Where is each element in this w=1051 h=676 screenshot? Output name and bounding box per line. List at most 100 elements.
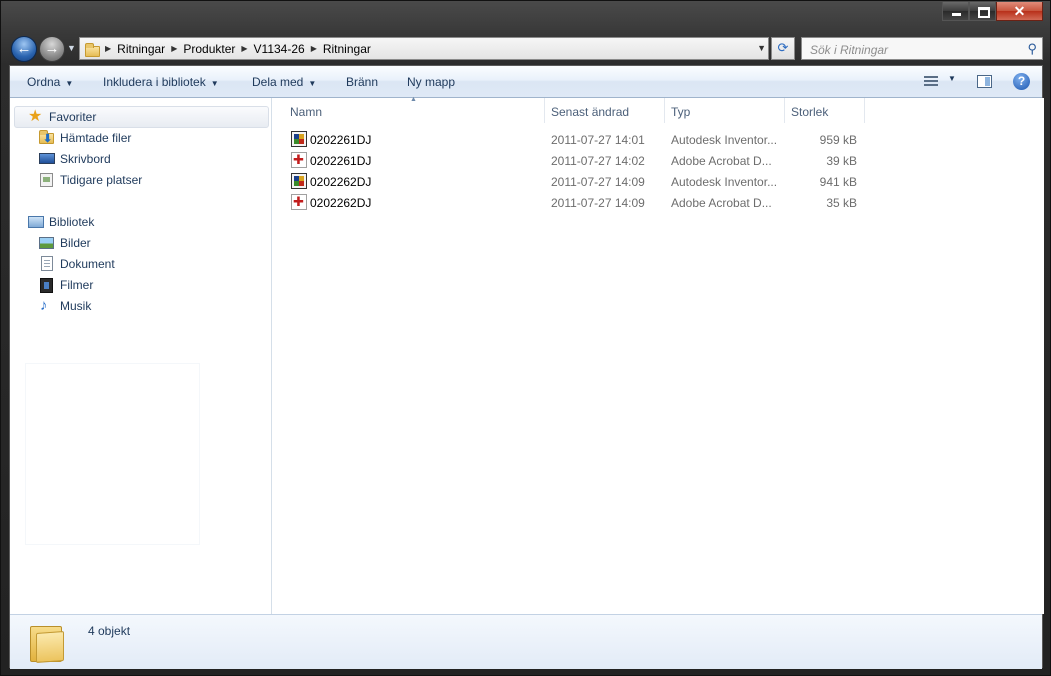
include-in-library-label: Inkludera i bibliotek: [103, 75, 206, 89]
column-header-date-modified[interactable]: Senast ändrad: [545, 98, 665, 123]
forward-button[interactable]: →: [39, 36, 65, 62]
include-in-library-button[interactable]: Inkludera i bibliotek ▼: [103, 75, 219, 89]
search-input[interactable]: [808, 39, 1012, 60]
file-type: Adobe Acrobat D...: [671, 196, 772, 210]
column-header-type[interactable]: Typ: [665, 98, 785, 123]
breadcrumb-item[interactable]: V1134-26: [254, 42, 305, 56]
file-size: 941 kB: [819, 175, 857, 189]
sidebar-item-label: Favoriter: [49, 110, 97, 124]
file-type: Autodesk Inventor...: [671, 133, 778, 147]
folder-icon: [30, 622, 66, 663]
address-bar[interactable]: ▶ Ritningar ▶ Produkter ▶ V1134-26 ▶ Rit…: [79, 37, 769, 60]
forward-arrow-icon: →: [44, 40, 60, 57]
pdf-file-icon: [291, 152, 307, 168]
back-arrow-icon: ←: [16, 40, 32, 57]
breadcrumb-separator-icon[interactable]: ▶: [241, 44, 247, 53]
sidebar-item-label: Bibliotek: [49, 215, 95, 229]
music-icon: ♪: [40, 297, 48, 314]
refresh-button[interactable]: ⟳: [771, 37, 795, 60]
close-button[interactable]: ✕: [996, 2, 1043, 21]
refresh-icon: ⟳: [777, 40, 789, 55]
sidebar-item-downloads[interactable]: ⬇ Hämtade filer: [39, 128, 131, 148]
breadcrumb-item[interactable]: Ritningar: [117, 42, 165, 56]
pictures-icon: [39, 235, 55, 251]
inventor-file-icon: [291, 131, 307, 147]
recent-pages-dropdown[interactable]: ▼: [67, 43, 76, 53]
file-size: 39 kB: [826, 154, 857, 168]
sidebar-item-desktop[interactable]: Skrivbord: [39, 149, 111, 169]
recent-places-icon: [39, 172, 55, 188]
videos-icon: [39, 277, 55, 293]
chevron-down-icon: ▼: [948, 74, 956, 83]
search-icon[interactable]: ⚲: [1027, 41, 1037, 57]
libraries-icon: [28, 214, 44, 230]
inventor-file-icon: [291, 173, 307, 189]
pdf-file-icon: [291, 194, 307, 210]
command-bar: Ordna ▼ Inkludera i bibliotek ▼ Dela med ▼ …: [10, 66, 1042, 98]
sidebar-item-label: Tidigare platser: [60, 173, 143, 187]
explorer-content: Ordna ▼ Inkludera i bibliotek ▼ Dela med ▼ …: [9, 65, 1044, 669]
sidebar-item-label: Skrivbord: [60, 152, 111, 166]
file-name[interactable]: 0202261DJ: [310, 154, 371, 168]
file-date-modified: 2011-07-27 14:01: [551, 133, 645, 147]
details-pane: 4 objekt: [10, 614, 1042, 669]
sidebar-item-label: Dokument: [60, 257, 115, 271]
sidebar-item-label: Hämtade filer: [60, 131, 132, 145]
table-row[interactable]: 0202262DJ 2011-07-27 14:09 Adobe Acrobat…: [272, 192, 872, 213]
new-folder-button[interactable]: Ny mapp: [407, 75, 455, 89]
sidebar-item-music[interactable]: ♪ Musik: [39, 296, 91, 316]
maximize-button[interactable]: [969, 2, 996, 21]
share-with-button[interactable]: Dela med ▼: [252, 75, 316, 89]
navigation-pane: ★ Favoriter ⬇ Hämtade filer Skrivbord Ti…: [10, 98, 272, 614]
star-icon: ★: [28, 108, 43, 125]
file-name[interactable]: 0202262DJ: [310, 196, 371, 210]
sidebar-item-label: Filmer: [60, 278, 94, 292]
sidebar-item-label: Musik: [60, 299, 92, 313]
address-history-dropdown[interactable]: ▼: [757, 43, 766, 53]
file-date-modified: 2011-07-27 14:09: [551, 175, 645, 189]
sidebar-item-pictures[interactable]: Bilder: [39, 233, 91, 253]
file-list: ▲ Namn Senast ändrad Typ Storlek 0202261…: [272, 96, 1044, 614]
close-icon: ✕: [1013, 3, 1026, 19]
sidebar-item-libraries[interactable]: Bibliotek: [28, 212, 94, 232]
folder-icon: [85, 42, 100, 57]
change-view-button[interactable]: ▼: [921, 73, 956, 91]
breadcrumb-item[interactable]: Produkter: [183, 42, 235, 56]
sidebar-item-favorites[interactable]: ★ Favoriter: [28, 107, 96, 127]
table-row[interactable]: 0202262DJ 2011-07-27 14:09 Autodesk Inve…: [272, 171, 872, 192]
sidebar-item-videos[interactable]: Filmer: [39, 275, 93, 295]
minimize-button[interactable]: [942, 2, 969, 21]
explorer-window: ✕ ← → ▼ ▶ Ritningar ▶ Produkter ▶ V1134-…: [0, 0, 1051, 676]
downloads-icon: ⬇: [39, 130, 55, 146]
file-name[interactable]: 0202262DJ: [310, 175, 371, 189]
file-name[interactable]: 0202261DJ: [310, 133, 371, 147]
breadcrumb-separator-icon[interactable]: ▶: [311, 44, 317, 53]
help-button[interactable]: ?: [1013, 73, 1030, 90]
documents-icon: [39, 256, 55, 272]
breadcrumb-item[interactable]: Ritningar: [323, 42, 371, 56]
organize-label: Ordna: [27, 75, 61, 89]
back-button[interactable]: ←: [11, 36, 37, 62]
column-header-name[interactable]: Namn: [284, 98, 545, 123]
navigation-bar: ← → ▼ ▶ Ritningar ▶ Produkter ▶ V1134-26…: [1, 31, 1051, 65]
column-header-size[interactable]: Storlek: [785, 98, 865, 123]
desktop-icon: [39, 151, 55, 167]
search-box[interactable]: ⚲: [801, 37, 1043, 60]
sidebar-item-documents[interactable]: Dokument: [39, 254, 115, 274]
chevron-down-icon: ▼: [210, 79, 219, 88]
table-row[interactable]: 0202261DJ 2011-07-27 14:02 Adobe Acrobat…: [272, 150, 872, 171]
chevron-down-icon: ▼: [308, 79, 317, 88]
share-with-label: Dela med: [252, 75, 304, 89]
file-size: 959 kB: [819, 133, 857, 147]
sidebar-item-recent-places[interactable]: Tidigare platser: [39, 170, 142, 190]
blank-panel: [26, 364, 199, 544]
view-details-icon: [924, 76, 938, 87]
organize-button[interactable]: Ordna ▼: [27, 75, 73, 89]
burn-button[interactable]: Bränn: [346, 75, 378, 89]
sidebar-item-label: Bilder: [60, 236, 91, 250]
breadcrumb-separator-icon[interactable]: ▶: [171, 44, 177, 53]
file-size: 35 kB: [826, 196, 857, 210]
preview-pane-button[interactable]: [977, 75, 992, 88]
table-row[interactable]: 0202261DJ 2011-07-27 14:01 Autodesk Inve…: [272, 129, 872, 150]
breadcrumb-separator-icon[interactable]: ▶: [105, 44, 111, 53]
